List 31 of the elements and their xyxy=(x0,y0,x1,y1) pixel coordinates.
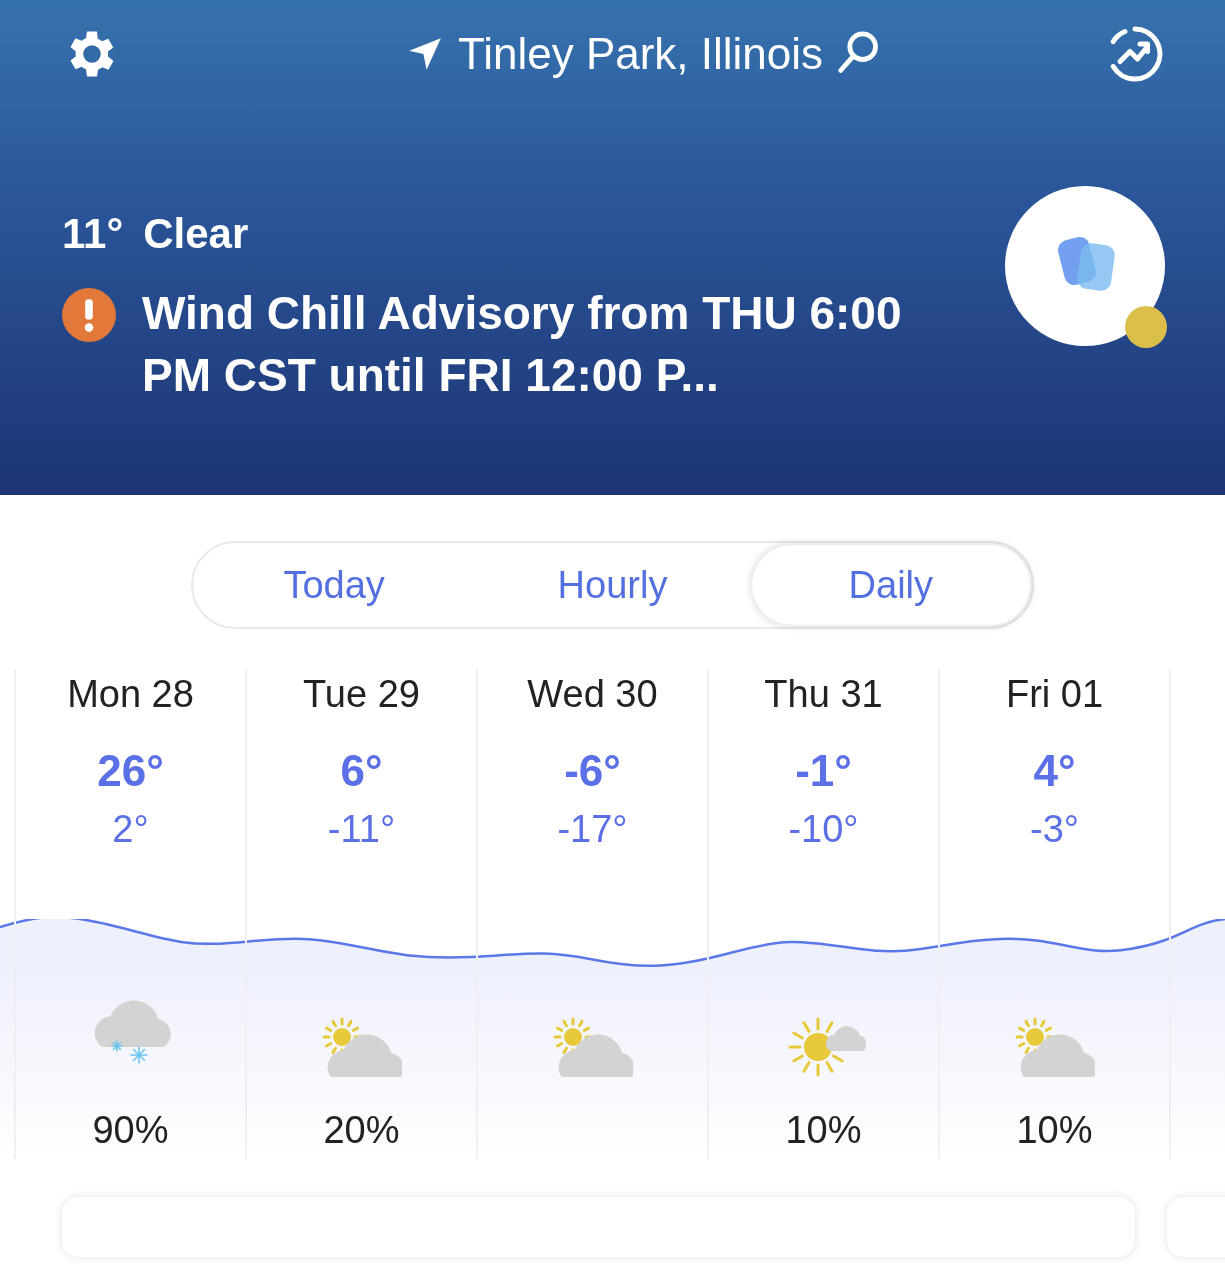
high-temperature: 26° xyxy=(97,746,164,796)
low-temperature: -17° xyxy=(557,808,628,851)
high-temperature: -6° xyxy=(564,746,621,796)
precipitation-chance: 10% xyxy=(785,1109,862,1152)
day-label: Wed 30 xyxy=(527,673,658,716)
current-temperature: 11° xyxy=(62,210,124,258)
day-label: Tue 29 xyxy=(303,673,420,716)
high-temperature: -1° xyxy=(795,746,852,796)
precipitation-chance: 20% xyxy=(323,1109,400,1152)
alert-icon xyxy=(62,288,116,342)
forecast-tab[interactable]: Hourly xyxy=(473,545,752,625)
day-label: Fri 01 xyxy=(1005,673,1104,716)
sun-cloud-icon xyxy=(552,1017,633,1077)
low-temperature: -3° xyxy=(1030,808,1079,851)
high-temperature: 6° xyxy=(340,746,383,796)
precipitation-chance: 90% xyxy=(92,1109,169,1152)
precipitation-chance: 10% xyxy=(1016,1109,1093,1152)
weather-alert[interactable]: Wind Chill Advisory from THU 6:00 PM CST until FRI 12:00 P... xyxy=(142,282,932,406)
location-button[interactable]: Tinley Park, Illinois xyxy=(405,29,882,79)
high-temperature: 4° xyxy=(1033,746,1076,796)
day-label: Thu 31 xyxy=(764,673,883,716)
current-condition: Clear xyxy=(143,210,249,258)
day-label: Mon 28 xyxy=(67,673,194,716)
notification-dot xyxy=(1125,306,1167,348)
sun-cloud-icon xyxy=(1014,1017,1095,1077)
low-temperature: 2° xyxy=(112,808,149,851)
forecast-tab[interactable]: Daily xyxy=(751,545,1030,625)
forecast-tab[interactable]: Today xyxy=(195,545,474,625)
low-temperature: -11° xyxy=(327,808,396,851)
sun-cloud-icon xyxy=(321,1017,402,1077)
low-temperature: -10° xyxy=(788,808,859,851)
